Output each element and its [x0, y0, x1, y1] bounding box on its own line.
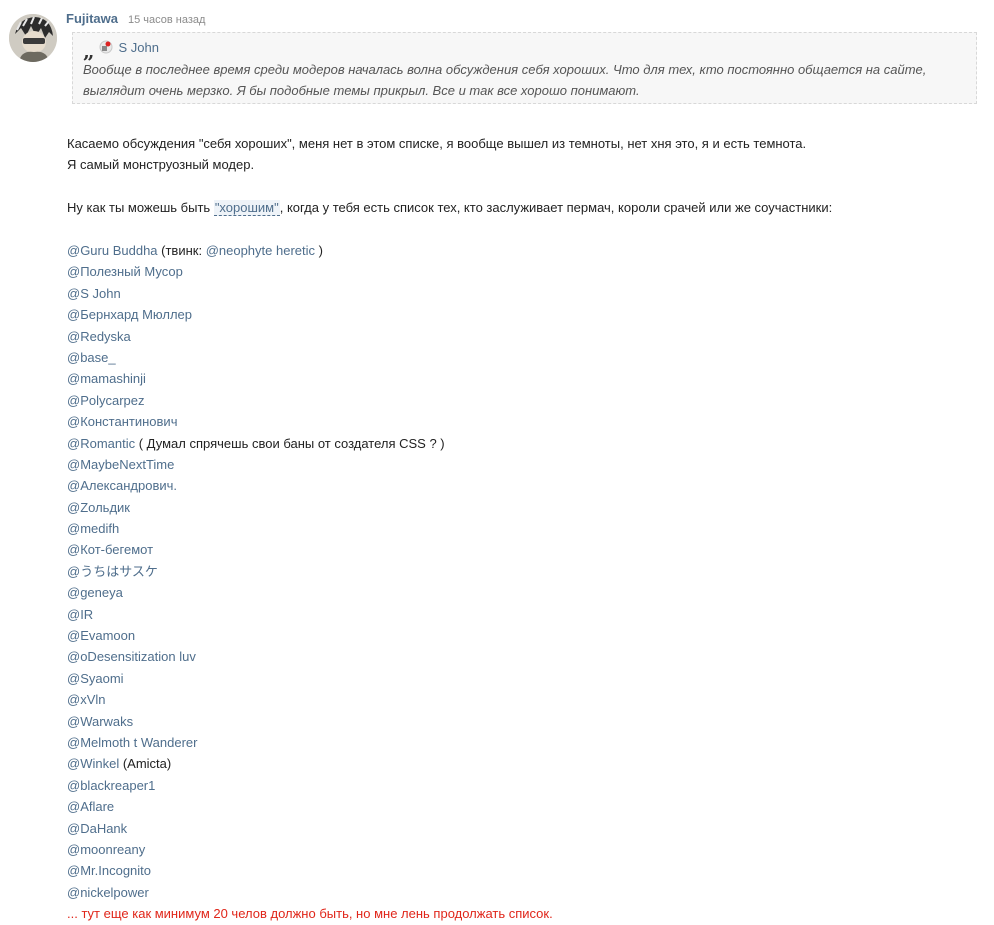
list-item: @Aflare [67, 796, 977, 817]
list-item: @Redyska [67, 326, 977, 347]
user-mention-link[interactable]: @MaybeNextTime [67, 457, 174, 472]
paragraph: Ну как ты можешь быть "хорошим", когда у… [67, 197, 977, 218]
list-item: @Polycarpez [67, 390, 977, 411]
user-mention-link[interactable]: @Кот-бегемот [67, 542, 153, 557]
list-item: @blackreaper1 [67, 775, 977, 796]
paragraph-line: Касаемо обсуждения "себя хороших", меня … [67, 136, 807, 151]
list-item: @Бернхард Мюллер [67, 304, 977, 325]
user-mention-link[interactable]: @Александрович. [67, 478, 177, 493]
mention-list: @Guru Buddha (твинк: @neophyte heretic )… [67, 240, 977, 925]
user-mention-link[interactable]: @S John [67, 286, 121, 301]
list-item: @Guru Buddha (твинк: @neophyte heretic ) [67, 240, 977, 261]
list-item: @xVln [67, 689, 977, 710]
user-mention-link[interactable]: @うちはサスケ [67, 564, 158, 579]
mention-suffix: ) [315, 243, 323, 258]
list-item: @oDesensitization luv [67, 646, 977, 667]
user-mention-link[interactable]: @Polycarpez [67, 393, 145, 408]
list-item: @うちはサスケ [67, 561, 977, 582]
list-item: @Winkel (Amicta) [67, 753, 977, 774]
list-item: @S John [67, 283, 977, 304]
list-item: @Александрович. [67, 475, 977, 496]
quote-author-link[interactable]: S John [119, 40, 159, 55]
user-mention-link[interactable]: @nickelpower [67, 885, 149, 900]
user-mention-link[interactable]: @oDesensitization luv [67, 649, 196, 664]
list-item: @Melmoth t Wanderer [67, 732, 977, 753]
list-item: @Romantic ( Думал спрячешь свои баны от … [67, 433, 977, 454]
footer-note: ... тут еще как минимум 20 челов должно … [67, 906, 553, 922]
author-link[interactable]: Fujitawa [66, 11, 118, 26]
list-item: @base_ [67, 347, 977, 368]
list-item: @Syaomi [67, 668, 977, 689]
user-mention-link[interactable]: @Guru Buddha [67, 243, 158, 258]
user-mention-link[interactable]: @geneya [67, 585, 123, 600]
user-mention-link[interactable]: @mamashinji [67, 371, 146, 386]
list-item: @Warwaks [67, 711, 977, 732]
user-mention-link[interactable]: @Бернхард Мюллер [67, 307, 192, 322]
post-header: Fujitawa 15 часов назад [66, 11, 205, 26]
user-mention-link[interactable]: @moonreany [67, 842, 145, 857]
list-item: @MaybeNextTime [67, 454, 977, 475]
mention-suffix: (твинк: [157, 243, 206, 258]
user-mention-link[interactable]: @IR [67, 607, 93, 622]
list-item: @Полезный Мусор [67, 261, 977, 282]
list-item: @geneya [67, 582, 977, 603]
list-item: @nickelpower [67, 882, 977, 903]
user-mention-link[interactable]: @blackreaper1 [67, 778, 155, 793]
user-mention-link[interactable]: @Redyska [67, 329, 131, 344]
user-mention-link[interactable]: @Syaomi [67, 671, 124, 686]
user-mention-link[interactable]: @neophyte heretic [206, 243, 315, 258]
post-timestamp[interactable]: 15 часов назад [128, 14, 205, 26]
list-item: @Константинович [67, 411, 977, 432]
list-item: @Mr.Incognito [67, 860, 977, 881]
user-mention-link[interactable]: @Warwaks [67, 714, 133, 729]
quote-block: „ S John Вообще в последнее время среди … [72, 32, 977, 104]
list-item: @DaHank [67, 818, 977, 839]
user-mention-link[interactable]: @Winkel [67, 756, 119, 771]
list-item: @IR [67, 604, 977, 625]
user-mention-link[interactable]: @Aflare [67, 799, 114, 814]
list-item: @Кот-бегемот [67, 539, 977, 560]
user-mention-link[interactable]: @Константинович [67, 414, 177, 429]
paragraph-text: , когда у тебя есть список тех, кто засл… [279, 200, 833, 215]
mention-suffix: (Amicta) [119, 756, 172, 772]
list-item: @Evamoon [67, 625, 977, 646]
paragraph-text: Ну как ты можешь быть [67, 200, 214, 215]
avatar[interactable] [9, 14, 57, 62]
list-item: @medifh [67, 518, 977, 539]
list-item: ... тут еще как минимум 20 челов должно … [67, 903, 977, 924]
list-item: @Zольдик [67, 497, 977, 518]
user-mention-link[interactable]: @base_ [67, 350, 116, 365]
list-item: @moonreany [67, 839, 977, 860]
user-mention-link[interactable]: @Melmoth t Wanderer [67, 735, 197, 750]
paragraph-line: Я самый монструозный модер. [67, 157, 255, 172]
user-mention-link[interactable]: @Romantic [67, 436, 135, 451]
user-avatar-icon [99, 40, 113, 54]
highlighted-word[interactable]: "хорошим" [213, 200, 280, 216]
user-mention-link[interactable]: @Evamoon [67, 628, 135, 643]
user-mention-link[interactable]: @medifh [67, 521, 119, 536]
avatar-image [9, 14, 57, 62]
post-body: Касаемо обсуждения "себя хороших", меня … [67, 133, 977, 925]
quote-text: Вообще в последнее время среди модеров н… [83, 62, 927, 98]
quote-mark-icon: „ [83, 39, 95, 63]
user-mention-link[interactable]: @xVln [67, 692, 106, 707]
user-mention-link[interactable]: @Полезный Мусор [67, 264, 183, 279]
mention-suffix: ( Думал спрячешь свои баны от создателя … [135, 435, 445, 451]
user-mention-link[interactable]: @DaHank [67, 821, 127, 836]
quote-header: „ S John [83, 39, 976, 63]
list-item: @mamashinji [67, 368, 977, 389]
user-mention-link[interactable]: @Mr.Incognito [67, 863, 151, 878]
user-mention-link[interactable]: @Zольдик [67, 500, 130, 515]
